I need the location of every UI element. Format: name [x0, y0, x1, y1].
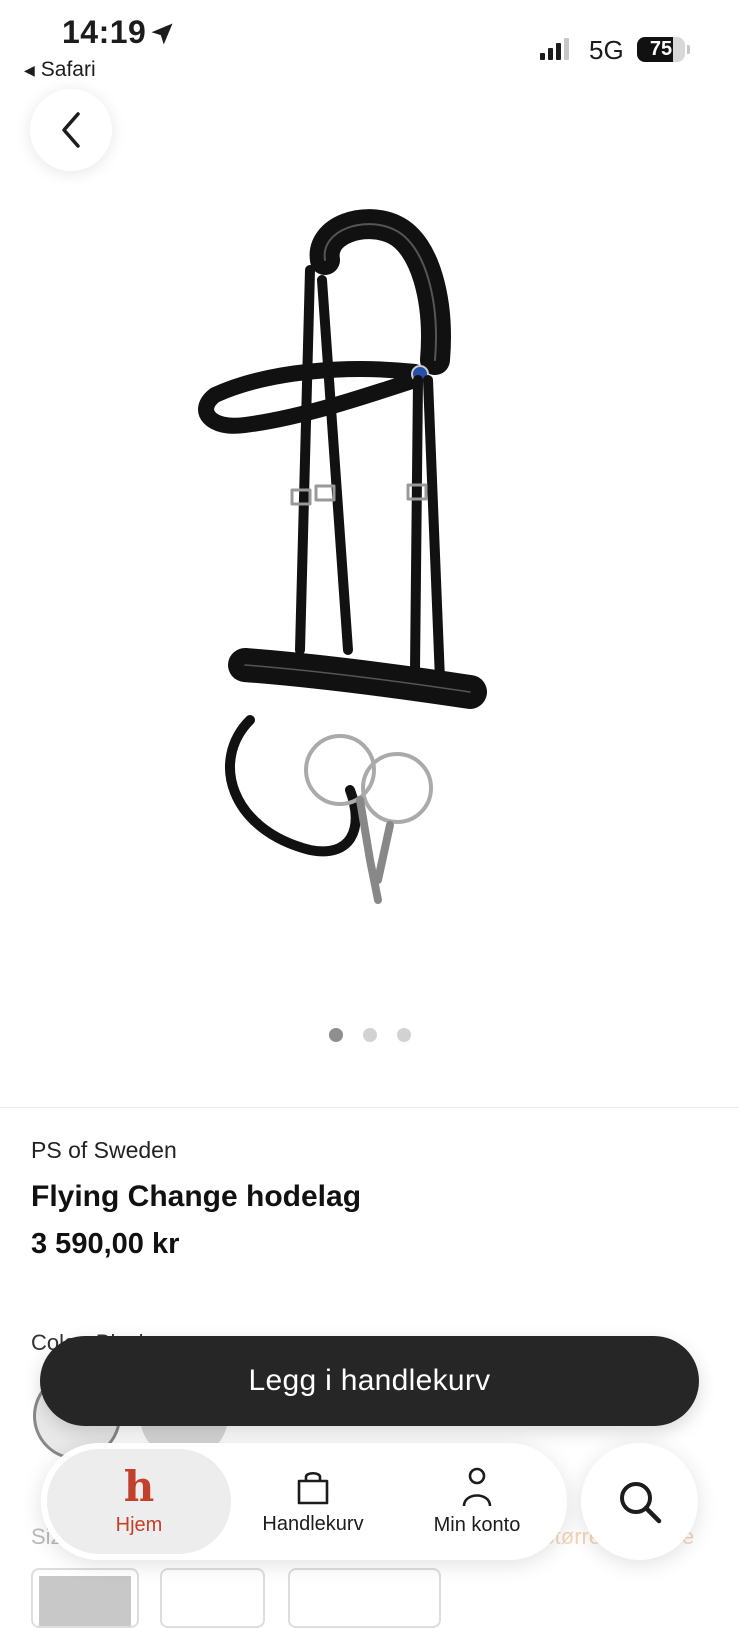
network-type: 5G: [589, 35, 624, 65]
search-button[interactable]: [581, 1443, 698, 1560]
size-option[interactable]: [31, 1568, 139, 1628]
gallery-dot[interactable]: [396, 1028, 411, 1042]
add-to-cart-button[interactable]: Legg i handlekurv: [40, 1336, 699, 1426]
back-triangle-icon: ◀: [24, 61, 35, 78]
location-arrow-icon: [151, 23, 173, 45]
product-price: 3 590,00 kr: [31, 1228, 180, 1260]
gallery-dot[interactable]: [328, 1028, 343, 1042]
chevron-left-icon: [62, 112, 80, 148]
tab-home[interactable]: h Hjem: [47, 1449, 231, 1554]
back-button[interactable]: [30, 89, 112, 171]
back-app-label: Safari: [40, 58, 96, 81]
size-option[interactable]: [288, 1568, 441, 1628]
product-brand[interactable]: PS of Sweden: [31, 1137, 177, 1164]
back-to-safari[interactable]: ◀ Safari: [24, 58, 96, 82]
gallery-dot[interactable]: [362, 1028, 377, 1042]
battery-percent: 75: [649, 38, 673, 60]
battery-icon: 75: [637, 37, 685, 62]
tab-cart-label: Handlekurv: [262, 1513, 364, 1535]
product-title: Flying Change hodelag: [31, 1180, 362, 1213]
gallery-pagination[interactable]: [0, 1028, 739, 1042]
divider: [0, 1107, 739, 1108]
h-logo-icon: h: [123, 1462, 155, 1511]
search-icon: [619, 1481, 661, 1523]
size-option[interactable]: [160, 1568, 265, 1628]
tab-account-label: Min konto: [433, 1514, 521, 1536]
tab-cart[interactable]: Handlekurv: [241, 1449, 385, 1554]
bridle-product-image[interactable]: [150, 200, 590, 920]
cellular-signal-icon: [540, 38, 569, 60]
tab-account[interactable]: Min konto: [401, 1449, 553, 1554]
status-bar: 14:19 ◀ Safari 5G 75: [0, 0, 739, 90]
tab-home-label: Hjem: [115, 1514, 163, 1536]
status-time: 14:19: [62, 14, 147, 50]
battery-tip: [687, 45, 690, 54]
person-icon: [462, 1467, 492, 1507]
bottom-tab-bar: h Hjem Handlekurv Min konto: [41, 1443, 567, 1560]
shopping-bag-icon: [297, 1471, 329, 1505]
